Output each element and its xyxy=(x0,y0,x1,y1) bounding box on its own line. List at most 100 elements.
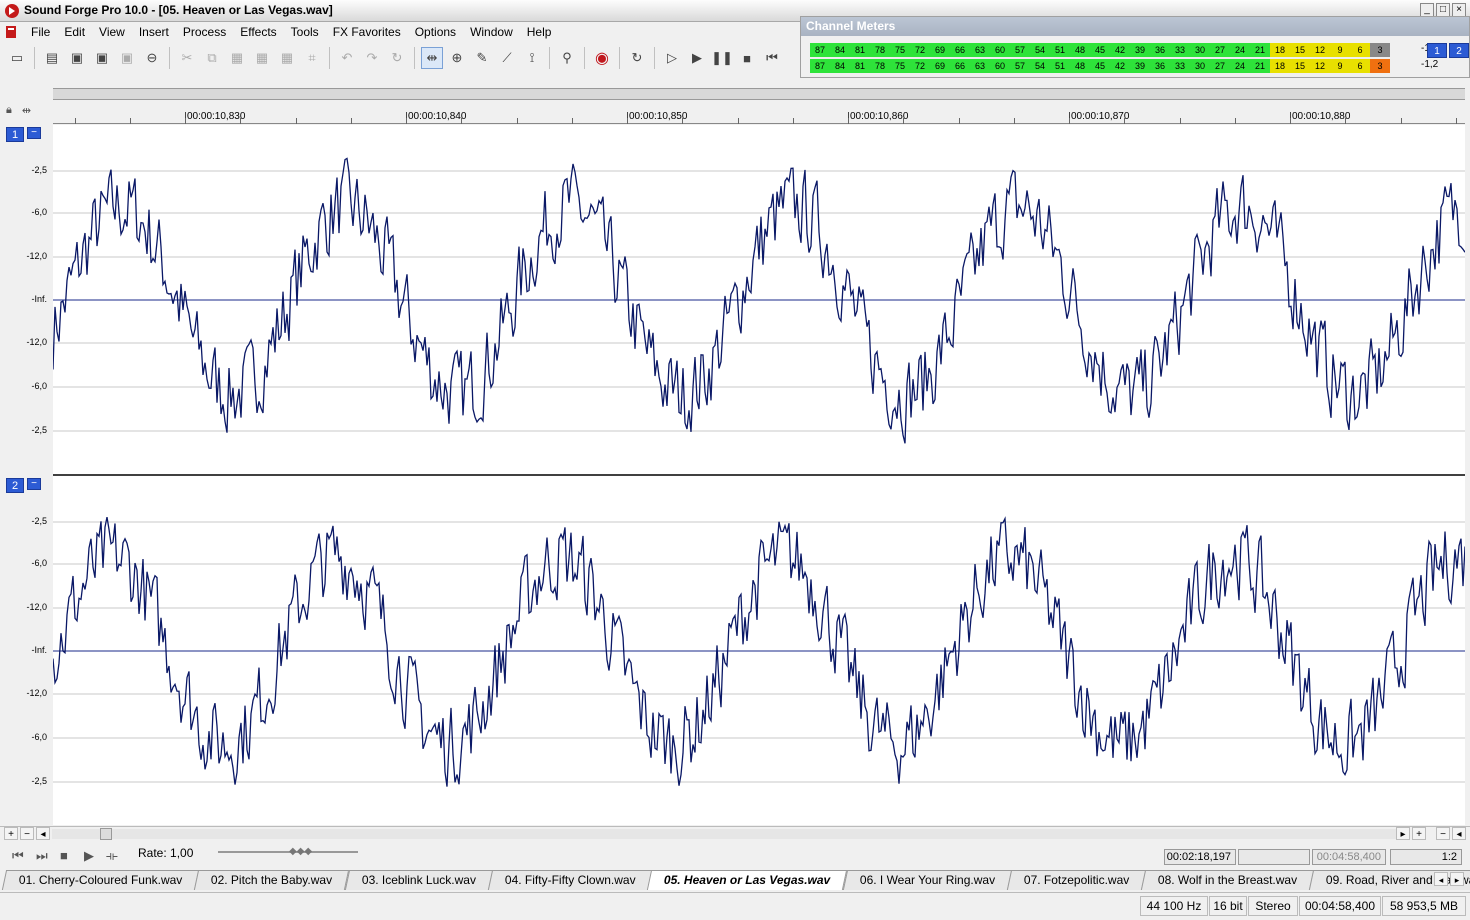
go-to-end-icon[interactable]: ⏭ xyxy=(36,848,48,864)
tab-scroll-right-button[interactable]: ▸ xyxy=(1450,872,1464,886)
close-button[interactable]: × xyxy=(1452,3,1466,17)
render-icon[interactable]: ⊖ xyxy=(141,47,163,69)
tab-fotzepolitic[interactable]: 07. Fotzepolitic.wav xyxy=(1006,870,1147,890)
scroll-thumb[interactable] xyxy=(100,828,112,840)
zoom-in-button[interactable]: + xyxy=(4,827,18,840)
cursor-position[interactable]: 00:02:18,197 xyxy=(1164,849,1236,865)
tab-i-wear-your-ring[interactable]: 06. I Wear Your Ring.wav xyxy=(842,870,1012,890)
zoom-out-time-button[interactable]: − xyxy=(1436,827,1450,840)
channel-mode[interactable]: Stereo xyxy=(1248,896,1298,916)
bit-depth[interactable]: 16 bit xyxy=(1209,896,1247,916)
menu-window[interactable]: Window xyxy=(463,22,520,42)
play-all-icon[interactable]: ▷ xyxy=(661,47,683,69)
play-as-sample-icon[interactable]: ⟛ xyxy=(106,848,118,864)
play-icon[interactable]: ▶ xyxy=(84,848,94,864)
cut-icon[interactable]: ✂ xyxy=(176,47,198,69)
edit-tool-icon[interactable]: ⇹ xyxy=(421,47,443,69)
tab-scroll-left-button[interactable]: ◂ xyxy=(1434,872,1448,886)
minimize-button[interactable]: _ xyxy=(1420,3,1434,17)
rate-slider-track[interactable] xyxy=(218,851,358,853)
scroll-left-button[interactable]: ◂ xyxy=(36,827,50,840)
scroll-track[interactable] xyxy=(52,829,1397,839)
save-all-icon[interactable]: ▣ xyxy=(116,47,138,69)
menu-view[interactable]: View xyxy=(92,22,132,42)
waveform-area[interactable] xyxy=(52,125,1466,825)
tab-wolf-in-the-breast[interactable]: 08. Wolf in the Breast.wav xyxy=(1141,870,1315,890)
waveform-display[interactable] xyxy=(52,125,1466,825)
redo-icon[interactable]: ↷ xyxy=(361,47,383,69)
menu-process[interactable]: Process xyxy=(176,22,233,42)
tab-cherry-coloured-funk[interactable]: 01. Cherry-Coloured Funk.wav xyxy=(1,870,200,890)
record-icon[interactable]: ◉ xyxy=(591,47,613,69)
horizontal-scrollbar[interactable]: + − ◂ ▸ + − ◂ xyxy=(0,826,1470,840)
ruler-minor-tick xyxy=(1456,118,1457,124)
zoom-out-button[interactable]: − xyxy=(20,827,34,840)
undo-icon[interactable]: ↶ xyxy=(336,47,358,69)
menu-insert[interactable]: Insert xyxy=(132,22,176,42)
snap-marker-icon[interactable]: ⇹ xyxy=(22,104,31,117)
channel-2-minimize-button[interactable]: − xyxy=(27,478,41,490)
selection-length[interactable] xyxy=(1238,849,1310,865)
magnify-tool-icon[interactable]: ⊕ xyxy=(446,47,468,69)
sample-rate[interactable]: 44 100 Hz xyxy=(1140,896,1208,916)
meter-segment: 75 xyxy=(890,59,910,73)
menu-options[interactable]: Options xyxy=(408,22,463,42)
envelope-tool-icon[interactable]: ⟋ xyxy=(496,47,518,69)
loop-icon[interactable]: ↻ xyxy=(626,47,648,69)
tab-heaven-or-las-vegas[interactable]: 05. Heaven or Las Vegas.wav xyxy=(647,870,848,890)
paste-special-icon[interactable]: ▦ xyxy=(251,47,273,69)
document-icon[interactable] xyxy=(4,25,18,39)
scroll-right-button[interactable]: ▸ xyxy=(1396,827,1410,840)
tab-fifty-fifty-clown[interactable]: 04. Fifty-Fifty Clown.wav xyxy=(487,870,653,890)
lock-icon[interactable]: 🔒︎ xyxy=(6,104,12,117)
zoom-ratio[interactable]: 1:2 xyxy=(1390,849,1462,865)
channel-2-badge[interactable]: 2 xyxy=(6,478,24,493)
mix-icon[interactable]: ▦ xyxy=(276,47,298,69)
menu-help[interactable]: Help xyxy=(520,22,559,42)
menu-tools[interactable]: Tools xyxy=(284,22,326,42)
meter-segment: 69 xyxy=(930,59,950,73)
save-icon[interactable]: ▣ xyxy=(66,47,88,69)
menu-file[interactable]: File xyxy=(24,22,57,42)
meter-segment: 42 xyxy=(1110,43,1130,57)
overview-bar[interactable] xyxy=(53,88,1465,100)
maximize-button[interactable]: □ xyxy=(1436,3,1450,17)
sound-forge-app-icon[interactable] xyxy=(4,3,20,19)
menu-edit[interactable]: Edit xyxy=(57,22,92,42)
new-icon[interactable]: ▭ xyxy=(6,47,28,69)
menu-fx-favorites[interactable]: FX Favorites xyxy=(326,22,408,42)
file-length[interactable]: 00:04:58,400 xyxy=(1312,849,1386,865)
crop-icon[interactable]: ⌗ xyxy=(301,47,323,69)
repeat-icon[interactable]: ↻ xyxy=(386,47,408,69)
pencil-tool-icon[interactable]: ✎ xyxy=(471,47,493,69)
go-start-icon[interactable]: ⏮ xyxy=(761,47,783,69)
time-ruler[interactable]: 00:00:10,830 00:00:10,840 00:00:10,850 00:0… xyxy=(53,100,1465,124)
copy-icon[interactable]: ⧉ xyxy=(201,47,223,69)
channel-2-waveform[interactable] xyxy=(52,516,1466,787)
meter-channel-1-button[interactable]: 1 xyxy=(1427,43,1447,58)
snap-icon[interactable]: ⚲ xyxy=(556,47,578,69)
channel-1-minimize-button[interactable]: − xyxy=(27,127,41,139)
meter-segment: 21 xyxy=(1250,59,1270,73)
paste-icon[interactable]: ▦ xyxy=(226,47,248,69)
save-as-icon[interactable]: ▣ xyxy=(91,47,113,69)
event-tool-icon[interactable]: ⟟ xyxy=(521,47,543,69)
stop-icon[interactable]: ■ xyxy=(736,47,758,69)
open-icon[interactable]: ▤ xyxy=(41,47,63,69)
meter-channel-2-button[interactable]: 2 xyxy=(1449,43,1469,58)
play-icon[interactable]: ▶ xyxy=(686,47,708,69)
channel-1-waveform[interactable] xyxy=(52,157,1466,444)
pause-icon[interactable]: ❚❚ xyxy=(711,47,733,69)
stop-icon[interactable]: ■ xyxy=(60,848,68,863)
menu-effects[interactable]: Effects xyxy=(233,22,283,42)
meter-segment: 81 xyxy=(850,43,870,57)
rate-slider-handle[interactable]: ◆◆◆ xyxy=(289,846,312,857)
channel-1-badge[interactable]: 1 xyxy=(6,127,24,142)
scroll-end-button[interactable]: ◂ xyxy=(1452,827,1466,840)
zoom-in-time-button[interactable]: + xyxy=(1412,827,1426,840)
amplitude-label: -Inf. xyxy=(31,294,47,304)
tab-pitch-the-baby[interactable]: 02. Pitch the Baby.wav xyxy=(194,870,350,890)
go-to-start-icon[interactable]: ⏮ xyxy=(12,848,24,864)
channel-meters-title[interactable]: Channel Meters xyxy=(801,17,1469,36)
tab-iceblink-luck[interactable]: 03. Iceblink Luck.wav xyxy=(344,870,493,890)
